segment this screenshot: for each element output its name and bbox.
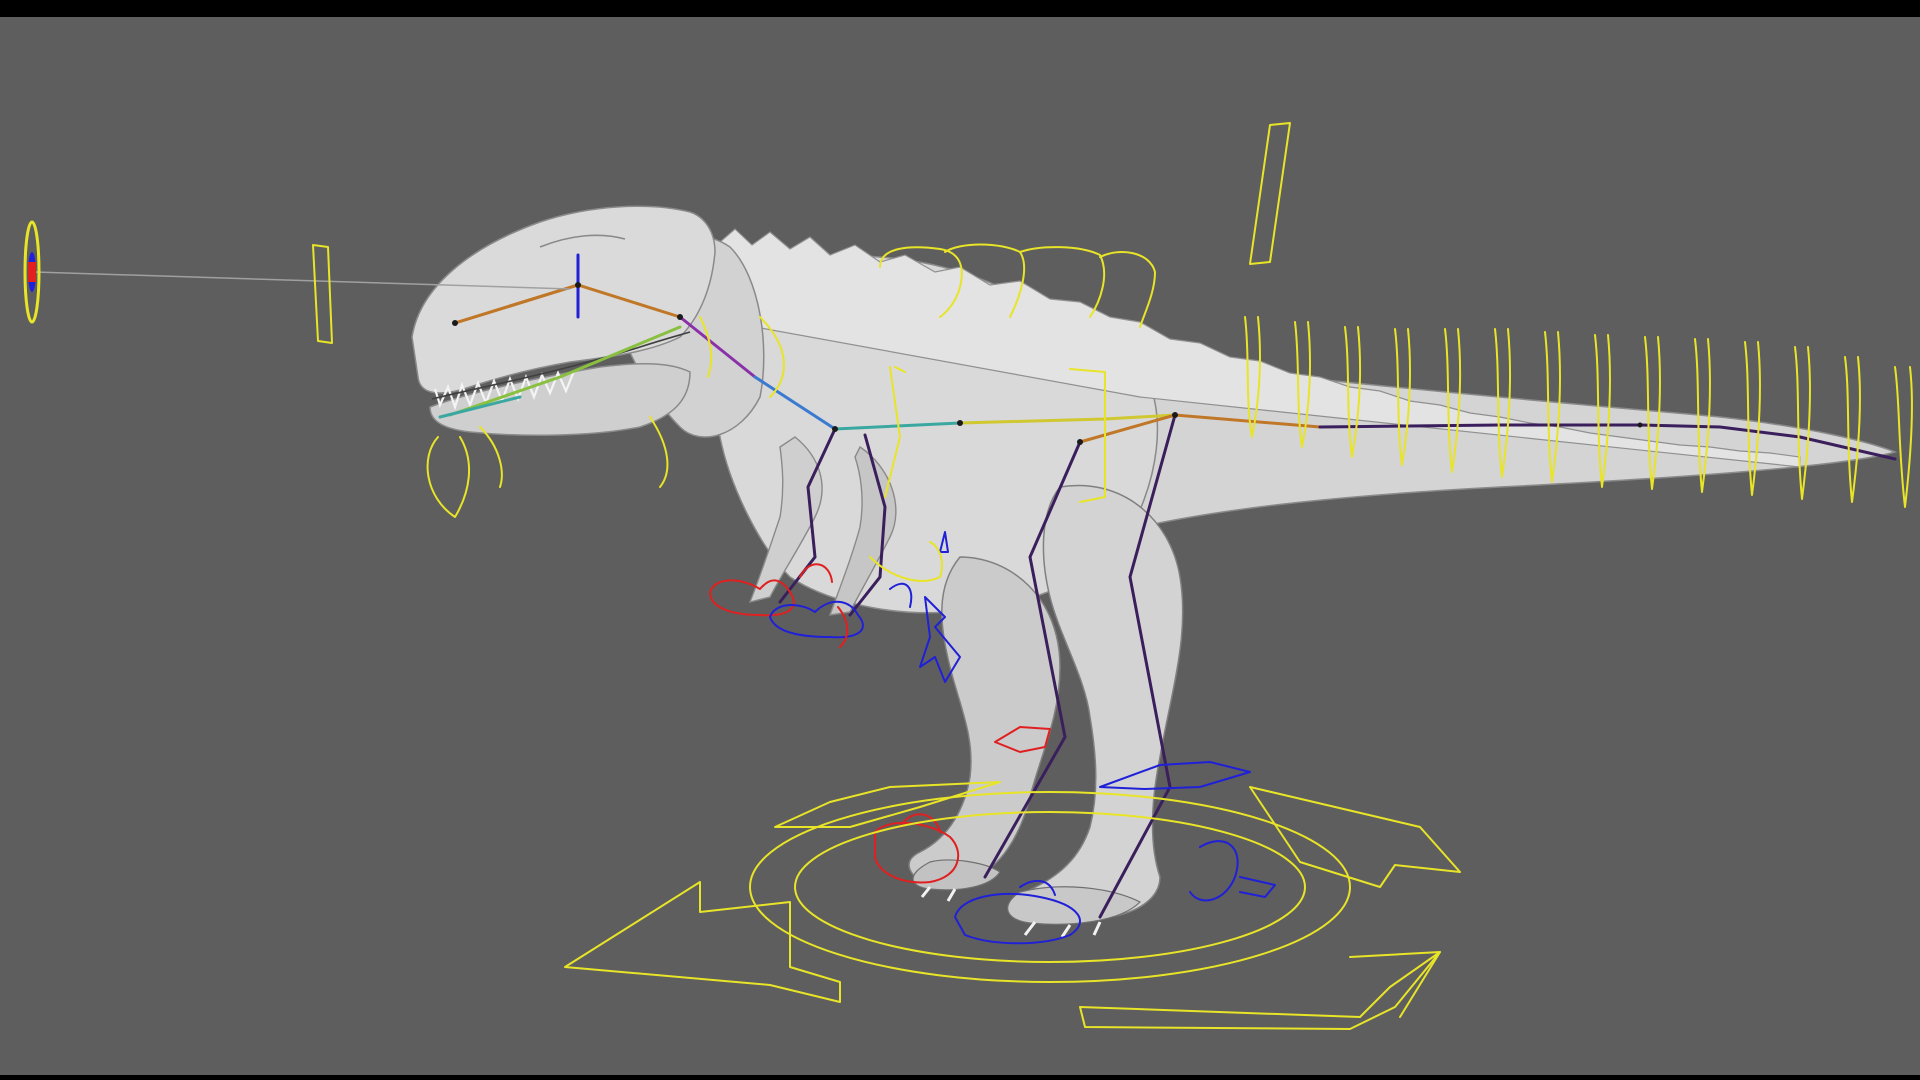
root-arrow-right[interactable] [1249, 786, 1461, 888]
3d-viewport[interactable] [0, 17, 1920, 1075]
cog-pole-control[interactable] [1249, 122, 1291, 265]
root-arrow-front[interactable] [1079, 951, 1441, 1030]
trex-mesh[interactable] [411, 205, 1898, 938]
eye-aim-control[interactable] [312, 244, 333, 344]
foot-controls[interactable] [874, 726, 1276, 945]
scene-canvas[interactable] [0, 17, 1920, 1075]
